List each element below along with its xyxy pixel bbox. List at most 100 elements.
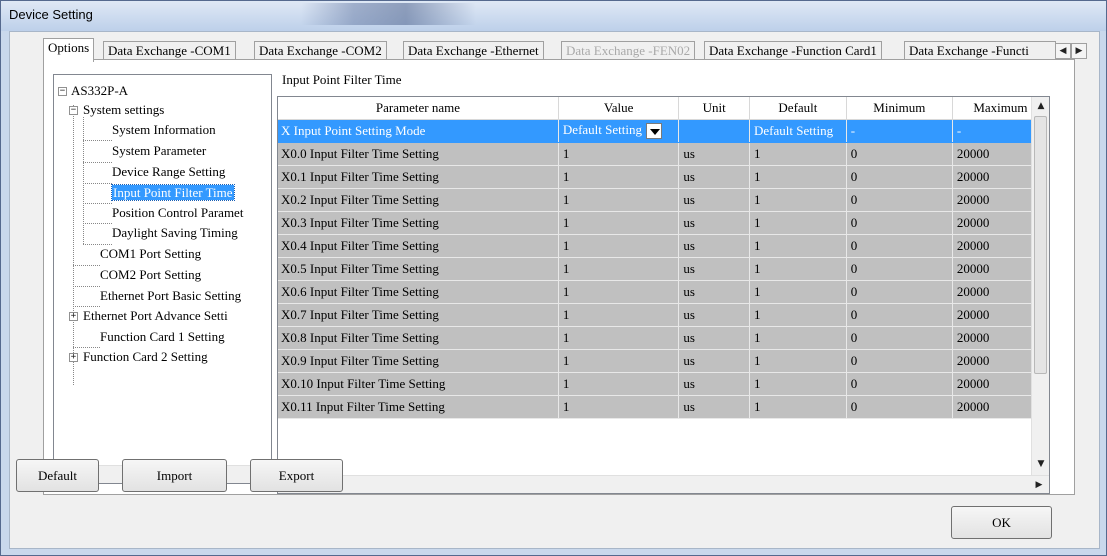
value-cell[interactable]: 1	[558, 326, 680, 350]
tab-scroll-left-button[interactable]: ◀	[1055, 43, 1071, 59]
tree-item-device-range-setting[interactable]: Device Range Setting	[112, 162, 225, 182]
parameter-name-cell: X0.8 Input Filter Time Setting	[278, 326, 559, 350]
cell-text: 1	[754, 398, 761, 414]
import-button[interactable]: Import	[122, 459, 227, 492]
value-cell[interactable]: 1	[558, 280, 680, 304]
grid-vertical-scrollbar[interactable]: ▲ ▼	[1031, 97, 1049, 475]
settings-tree-view[interactable]: − AS332P-A − System settings System Info…	[53, 74, 272, 484]
collapse-icon[interactable]: −	[69, 106, 78, 115]
tree-item-system-information[interactable]: System Information	[112, 120, 216, 140]
column-header[interactable]: Value	[558, 97, 680, 120]
tree-connector	[83, 203, 112, 204]
cell-text: 1	[754, 237, 761, 253]
grid-horizontal-scrollbar[interactable]: ◀ ▶	[278, 475, 1049, 493]
tab-data-exchange-function-card1[interactable]: Data Exchange -Function Card1	[704, 41, 882, 61]
minimum-cell: 0	[846, 142, 953, 166]
table-row[interactable]: X0.3 Input Filter Time Setting 1 us 1 0 20000	[278, 211, 1049, 235]
cell-text: 0	[850, 191, 858, 207]
cell-text: 0	[850, 214, 858, 230]
tab-data-exchange-ethernet[interactable]: Data Exchange -Ethernet	[403, 41, 544, 61]
table-row[interactable]: X0.4 Input Filter Time Setting 1 us 1 0 20000	[278, 234, 1049, 258]
tab-options[interactable]: Options	[43, 38, 95, 62]
tab-data-exchange-function-card2[interactable]: Data Exchange -Functi	[904, 41, 1056, 61]
table-row[interactable]: X0.2 Input Filter Time Setting 1 us 1 0 20000	[278, 188, 1049, 212]
tree-item-label: COM2 Port Setting	[100, 267, 202, 282]
column-header[interactable]: Parameter name	[278, 97, 559, 120]
tree-item-daylight-saving-timing[interactable]: Daylight Saving Timing	[112, 223, 238, 243]
tree-item-label: Function Card 2 Setting	[83, 349, 208, 364]
tree-item-ethernet-port-basic-setting[interactable]: Ethernet Port Basic Setting	[100, 286, 241, 306]
tree-item-label: System Information	[112, 122, 216, 137]
scrollbar-thumb[interactable]	[1034, 116, 1047, 374]
unit-cell: us	[678, 326, 750, 350]
tab-bar: Options Data Exchange -COM1 Data Exchang…	[43, 38, 1087, 62]
column-header[interactable]: Default	[749, 97, 847, 120]
scroll-up-icon[interactable]: ▲	[1033, 98, 1049, 114]
value-cell[interactable]: 1	[558, 257, 680, 281]
table-row[interactable]: X0.11 Input Filter Time Setting 1 us 1 0 2000…	[278, 395, 1049, 419]
scroll-right-icon[interactable]: ▶	[1031, 477, 1047, 493]
tab-data-exchange-com1[interactable]: Data Exchange -COM1	[103, 41, 236, 61]
table-row[interactable]: X0.1 Input Filter Time Setting 1 us 1 0 20000	[278, 165, 1049, 189]
expand-icon[interactable]: +	[69, 312, 78, 321]
tree-item-com2-port-setting[interactable]: COM2 Port Setting	[100, 265, 201, 285]
cell-text: us	[683, 352, 695, 368]
tree-connector	[73, 105, 74, 385]
value-cell[interactable]: 1	[558, 349, 680, 373]
tree-item-label: Input Point Filter Time	[111, 184, 235, 201]
value-cell[interactable]: Default Setting	[558, 119, 680, 143]
minimum-cell: -	[846, 119, 953, 143]
value-cell[interactable]: 1	[558, 188, 680, 212]
table-row[interactable]: X0.7 Input Filter Time Setting 1 us 1 0 20000	[278, 303, 1049, 327]
table-row[interactable]: X0.9 Input Filter Time Setting 1 us 1 0 20000	[278, 349, 1049, 373]
tab-scroll-right-button[interactable]: ▶	[1071, 43, 1087, 59]
cell-text: 0	[850, 237, 858, 253]
tree-item-position-control-parameter[interactable]: Position Control Paramet	[112, 203, 243, 223]
default-button[interactable]: Default	[16, 459, 99, 492]
column-header[interactable]: Unit	[678, 97, 750, 120]
column-header[interactable]: Minimum	[846, 97, 953, 120]
table-row[interactable]: X0.6 Input Filter Time Setting 1 us 1 0 20000	[278, 280, 1049, 304]
parameter-name-cell: X0.3 Input Filter Time Setting	[278, 211, 559, 235]
table-row[interactable]: X0.8 Input Filter Time Setting 1 us 1 0 20000	[278, 326, 1049, 350]
tab-data-exchange-fen02: Data Exchange -FEN02	[561, 41, 696, 61]
tree-item-system-parameter[interactable]: System Parameter	[112, 141, 206, 161]
minimum-cell: 0	[846, 188, 953, 212]
dropdown-arrow-icon[interactable]	[646, 123, 662, 139]
export-button[interactable]: Export	[250, 459, 343, 492]
value-cell[interactable]: 1	[558, 234, 680, 258]
table-body: X Input Point Setting Mode Default Settin…	[278, 119, 1049, 419]
tree-item-system-settings[interactable]: − System settings	[69, 100, 164, 120]
collapse-icon[interactable]: −	[58, 87, 67, 96]
ok-button[interactable]: OK	[951, 506, 1052, 539]
value-cell[interactable]: 1	[558, 142, 680, 166]
cell-text: 1	[754, 260, 761, 276]
tree-item-as332p-a[interactable]: − AS332P-A	[58, 81, 128, 101]
tree-item-com1-port-setting[interactable]: COM1 Port Setting	[100, 244, 201, 264]
table-row[interactable]: X0.0 Input Filter Time Setting 1 us 1 0 20000	[278, 142, 1049, 166]
value-cell[interactable]: 1	[558, 165, 680, 189]
cell-text: us	[683, 237, 695, 253]
value-cell[interactable]: 1	[558, 372, 680, 396]
table-row[interactable]: X Input Point Setting Mode Default Settin…	[278, 119, 1049, 143]
cell-text: 0	[850, 260, 858, 276]
tree-item-function-card-1-setting[interactable]: Function Card 1 Setting	[100, 327, 225, 347]
scroll-down-icon[interactable]: ▼	[1033, 456, 1049, 472]
cell-text: 1	[562, 237, 570, 253]
tab-data-exchange-com2[interactable]: Data Exchange -COM2	[254, 41, 387, 61]
unit-cell: us	[678, 303, 750, 327]
value-cell[interactable]: 1	[558, 211, 680, 235]
cell-text: X Input Point Setting Mode	[281, 122, 426, 138]
table-row[interactable]: X0.10 Input Filter Time Setting 1 us 1 0 2000…	[278, 372, 1049, 396]
title-bar: Device Setting	[1, 1, 1106, 31]
parameter-name-cell: X0.9 Input Filter Time Setting	[278, 349, 559, 373]
tree-item-input-point-filter-time[interactable]: Input Point Filter Time	[111, 183, 235, 203]
parameter-grid[interactable]: Parameter name Value Unit Default Minimu…	[277, 96, 1050, 494]
value-cell[interactable]: 1	[558, 303, 680, 327]
expand-icon[interactable]: +	[69, 353, 78, 362]
tree-item-ethernet-port-advance-setting[interactable]: + Ethernet Port Advance Setti	[69, 306, 228, 326]
tree-item-function-card-2-setting[interactable]: + Function Card 2 Setting	[69, 347, 208, 367]
table-row[interactable]: X0.5 Input Filter Time Setting 1 us 1 0 20000	[278, 257, 1049, 281]
cell-text: 0	[850, 352, 858, 368]
value-cell[interactable]: 1	[558, 395, 680, 419]
